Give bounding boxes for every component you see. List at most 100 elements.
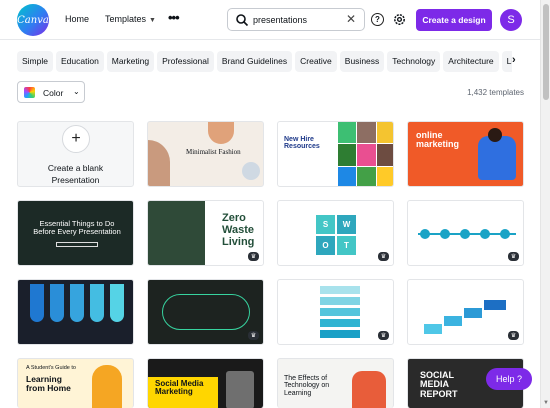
chip-lifestyle[interactable]: Lif [501,51,512,72]
swot-s: S [316,215,335,234]
plus-icon: + [62,125,90,153]
decor-bar [56,242,98,247]
template-card-online-marketing[interactable]: online marketing [407,121,524,187]
template-card-swot[interactable]: S W O T ♛ [277,200,394,266]
template-card-steps-dark[interactable] [17,279,134,345]
decor-shape [208,122,234,144]
template-title: Essential Things to Do Before Every Pres… [33,219,121,236]
step-bar [110,284,124,322]
chip-simple[interactable]: Simple [17,51,53,72]
results-count: 1,432 templates [467,88,524,97]
chip-marketing[interactable]: Marketing [106,51,155,72]
search-icon [236,14,249,27]
swot-t: T [337,236,356,255]
illustration [92,365,122,408]
chip-business[interactable]: Business [339,51,385,72]
bar-row [320,330,360,338]
step-bar [50,284,64,322]
canva-logo[interactable]: Canva [17,4,49,36]
color-filter-label: Color [43,88,64,98]
nav-templates-label: Templates [105,14,147,24]
search-input[interactable] [253,12,341,28]
timeline-dot [420,229,430,239]
illustration [352,371,386,408]
bar-row [320,286,360,294]
chevron-down-icon: ▼ [149,17,156,24]
scrollbar-thumb[interactable] [543,4,549,100]
step-bar [30,284,44,322]
top-bar: Canva Home Templates▼ ••• ✕ ? Create a d… [0,0,540,40]
color-wheel-icon [24,87,35,98]
template-title: Learning from Home [26,374,71,393]
create-blank-line2: Presentation [51,175,100,185]
step-bar [70,284,84,322]
scroll-down-icon[interactable]: ▼ [543,400,549,406]
template-card-research[interactable]: ♛ [277,279,394,345]
gear-icon[interactable] [392,12,407,27]
chip-creative[interactable]: Creative [295,51,337,72]
swot-o: O [316,236,335,255]
arrow-step [424,324,442,334]
swot-grid: S W O T [316,215,356,255]
clear-search-icon[interactable]: ✕ [346,12,356,26]
template-title: New Hire Resources [284,136,320,151]
more-menu-icon[interactable]: ••• [168,10,180,25]
template-title: Social Media Marketing [155,379,204,397]
phone-image [226,371,254,408]
create-blank-line1: Create a blank [47,163,104,173]
avatar[interactable]: S [500,9,522,31]
illustration [488,128,502,142]
template-title: Minimalist Fashion [186,148,241,156]
template-title: SOCIAL MEDIA REPORT [420,370,458,399]
premium-icon: ♛ [378,331,389,340]
bar-row [320,297,360,305]
decor-shape [242,162,260,180]
template-card-flowchart[interactable]: ♛ [147,279,264,345]
bar-row [320,319,360,327]
chip-brand-guidelines[interactable]: Brand Guidelines [216,51,293,72]
timeline-dot [440,229,450,239]
template-card-arrow-steps[interactable]: ♛ [407,279,524,345]
help-icon[interactable]: ? [371,13,384,26]
template-card-essential-things[interactable]: Essential Things to Do Before Every Pres… [17,200,134,266]
premium-icon: ♛ [378,252,389,261]
timeline-dot [460,229,470,239]
create-design-button[interactable]: Create a design [416,9,492,31]
template-title-2: Waste [222,224,254,236]
arrow-step [464,308,482,318]
template-card-minimalist-fashion[interactable]: Minimalist Fashion [147,121,264,187]
template-card-effects-of-technology[interactable]: The Effects of Technology on Learning [277,358,394,408]
template-title: online marketing [416,130,460,150]
premium-icon: ♛ [508,331,519,340]
chevron-right-icon[interactable]: › [512,54,516,66]
help-button[interactable]: Help ? [486,368,532,390]
logo-text: Canva [17,14,49,26]
template-title-1: Zero [222,212,246,224]
template-card-new-hire[interactable]: New Hire Resources [277,121,394,187]
create-blank-label: Create a blank Presentation [18,162,133,186]
category-chips: Simple Education Marketing Professional Bran… [17,51,512,73]
chip-technology[interactable]: Technology [387,51,441,72]
template-subtitle: A Student's Guide to [26,365,76,371]
chip-education[interactable]: Education [55,51,104,72]
flow-path [162,294,250,330]
nav-home[interactable]: Home [65,14,89,24]
swot-w: W [337,215,356,234]
chip-professional[interactable]: Professional [157,51,214,72]
template-card-social-media-marketing[interactable]: Social Media Marketing [147,358,264,408]
chip-architecture[interactable]: Architecture [443,51,499,72]
search-box: ✕ [227,8,365,31]
leaf-image [148,201,205,265]
bar-row [320,308,360,316]
nav-templates[interactable]: Templates ▼ [105,14,156,24]
template-card-zero-waste[interactable]: Zero Waste Living ♛ [147,200,264,266]
template-card-student-guide[interactable]: A Student's Guide to Learning from Home [17,358,134,408]
premium-icon: ♛ [248,252,259,261]
template-card-timeline[interactable]: ♛ [407,200,524,266]
page-scrollbar[interactable]: ▼ [540,0,550,408]
template-title: The Effects of Technology on Learning [284,375,330,397]
color-filter-dropdown[interactable]: Color ⌄ [17,81,85,103]
create-blank-card[interactable]: + Create a blank Presentation [17,121,134,187]
timeline-dot [480,229,490,239]
decor-shape [148,140,170,186]
